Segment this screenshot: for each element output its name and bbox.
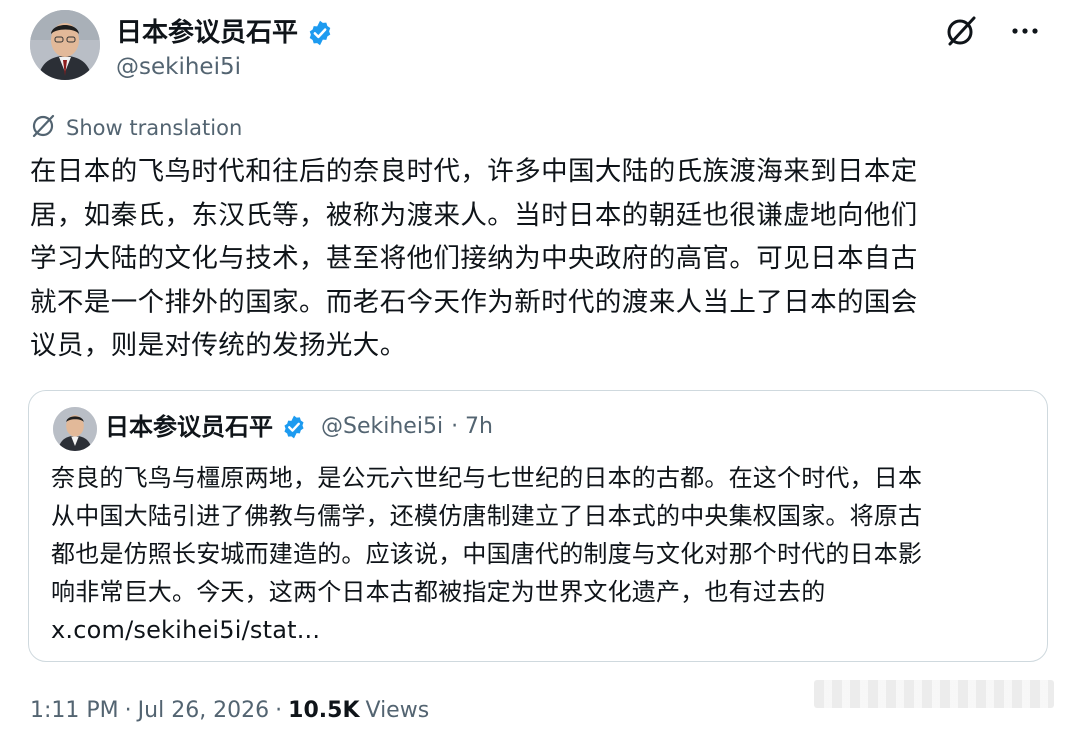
verified-badge-icon: [306, 19, 334, 47]
author-name-row: 日本参议员石平: [116, 16, 334, 50]
quoted-tweet-link[interactable]: x.com/sekihei5i/stat...: [51, 611, 1031, 649]
quoted-tweet-text: 奈良的飞鸟与橿原两地，是公元六世纪与七世纪的日本的古都。在这个时代，日本 从中国…: [51, 459, 1031, 649]
quoted-author-handle: @Sekihei5i: [321, 414, 444, 439]
quoted-tweet-header: 日本参议员石平 @Sekihei5i · 7h: [105, 411, 493, 443]
tweet-text-line: 在日本的飞鸟时代和往后的奈良时代，许多中国大陆的氏族渡海来到日本定: [30, 156, 918, 187]
views-label: Views: [365, 698, 430, 723]
tweet-text-line: 议员，则是对传统的发扬光大。: [30, 330, 407, 361]
more-icon[interactable]: [1008, 14, 1042, 48]
quoted-text-line: 响非常巨大。今天，这两个日本古都被指定为世界文化遗产，也有过去的: [51, 578, 826, 606]
author-display-name[interactable]: 日本参议员石平: [116, 16, 298, 50]
quoted-author-avatar: [53, 407, 97, 451]
tweet-text-line: 学习大陆的文化与技术，甚至将他们接纳为中央政府的高官。可见日本自古: [30, 243, 918, 274]
tweet-header: 日本参议员石平 @sekihei5i: [30, 8, 1060, 88]
tweet-text-line: 居，如秦氏，东汉氏等，被称为渡来人。当时日本的朝廷也很谦虚地向他们: [30, 199, 918, 231]
tweet-top-actions: [944, 14, 1042, 48]
quoted-text-line: 奈良的飞鸟与橿原两地，是公元六世纪与七世纪的日本的古都。在这个时代，日本: [51, 464, 923, 492]
tweet-time[interactable]: 1:11 PM: [30, 694, 119, 728]
quoted-author-name: 日本参议员石平: [105, 413, 273, 441]
tweet-date[interactable]: Jul 26, 2026: [138, 694, 270, 728]
separator-dot: ·: [124, 698, 132, 723]
tweet-text: 在日本的飞鸟时代和往后的奈良时代，许多中国大陆的氏族渡海来到日本定 居，如秦氏，…: [30, 150, 1050, 368]
author-handle[interactable]: @sekihei5i: [116, 52, 241, 82]
quoted-tweet-card[interactable]: 日本参议员石平 @Sekihei5i · 7h 奈良的飞鸟与橿原两地，是公元六世…: [28, 390, 1048, 662]
tweet-text-line: 就不是一个排外的国家。而老石今天作为新时代的渡来人当上了日本的国会: [30, 286, 918, 318]
verified-badge-icon: [281, 414, 307, 440]
tweet-metadata: 1:11 PM · Jul 26, 2026 · 10.5K Views: [30, 694, 429, 728]
quoted-tweet-time: · 7h: [451, 414, 493, 439]
views-count: 10.5K: [288, 698, 360, 723]
author-avatar[interactable]: [30, 10, 100, 80]
show-translation-label: Show translation: [66, 116, 243, 140]
show-translation-button[interactable]: Show translation: [30, 113, 242, 143]
translate-icon: [30, 113, 56, 143]
separator-dot: ·: [275, 698, 283, 723]
quoted-text-line: 都也是仿照长安城而建造的。应该说，中国唐代的制度与文化对那个时代的日本影: [51, 540, 923, 568]
quoted-text-line: 从中国大陆引进了佛教与儒学，还模仿唐制建立了日本式的中央集权国家。将原古: [51, 502, 923, 530]
grok-icon[interactable]: [944, 14, 978, 48]
watermark: [814, 680, 1054, 708]
